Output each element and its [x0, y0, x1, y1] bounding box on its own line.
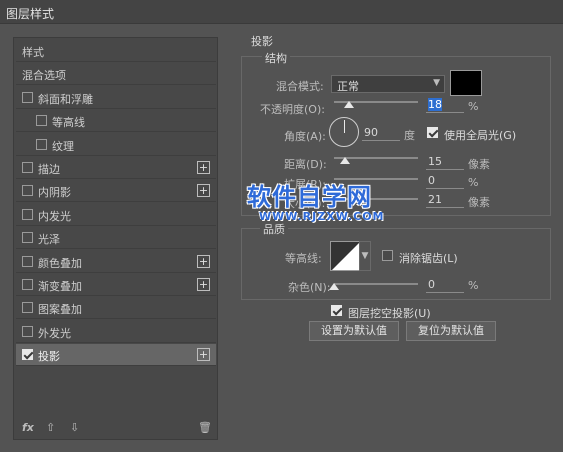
style-item-checkbox[interactable] [22, 91, 33, 103]
distance-label: 距离(D): [284, 158, 327, 171]
blend-mode-select[interactable]: 正常 ▼ [331, 75, 445, 93]
style-item-label: 外发光 [38, 326, 71, 340]
style-item-checkbox[interactable] [36, 115, 47, 127]
structure-title: 结构 [262, 50, 290, 66]
style-item-label: 混合选项 [22, 69, 66, 83]
knockout-checkbox[interactable] [331, 305, 342, 316]
style-item-checkbox[interactable] [22, 232, 33, 244]
add-effect-icon[interactable]: + [197, 278, 210, 291]
style-item-label: 光泽 [38, 233, 60, 247]
style-item-label: 描边 [38, 163, 60, 176]
style-item-label: 图案叠加 [38, 303, 82, 317]
style-item-checkbox[interactable] [22, 279, 33, 290]
opacity-field[interactable]: 18 [426, 98, 464, 113]
spread-field[interactable]: 0 [426, 174, 464, 189]
fx-button[interactable]: fx [22, 421, 34, 434]
make-default-button[interactable]: 设置为默认值 [309, 321, 399, 341]
style-item-checkbox[interactable] [36, 138, 47, 150]
style-item-checkbox[interactable] [22, 185, 33, 197]
add-effect-icon[interactable]: + [197, 348, 210, 362]
blend-mode-value: 正常 [337, 80, 359, 93]
style-item[interactable]: 外发光 [16, 321, 216, 343]
style-item[interactable]: 描边 + [16, 157, 216, 179]
add-effect-icon[interactable]: + [197, 254, 210, 268]
size-unit: 像素 [468, 196, 490, 209]
move-up-icon[interactable]: ⇧ [46, 421, 55, 434]
distance-field[interactable]: 15 [426, 155, 464, 170]
style-item-label: 内阴影 [38, 186, 71, 200]
chevron-down-icon: ▼ [361, 251, 369, 261]
style-item-checkbox[interactable] [22, 302, 33, 314]
contour-preview[interactable] [330, 241, 360, 271]
style-item-label: 颜色叠加 [38, 256, 82, 270]
contour-label: 等高线: [285, 252, 322, 265]
quality-title: 品质 [260, 221, 288, 237]
add-effect-icon[interactable]: + [197, 161, 210, 174]
reset-default-button[interactable]: 复位为默认值 [406, 321, 496, 341]
style-item[interactable]: 颜色叠加 + [16, 251, 216, 273]
move-down-icon[interactable]: ⇩ [70, 421, 79, 434]
style-item-label: 投影 [38, 350, 60, 364]
global-light-checkbox[interactable] [427, 127, 438, 138]
window-title: 图层样式 [6, 7, 55, 21]
trash-icon[interactable]: 🗑 [198, 421, 212, 434]
style-item[interactable]: 等高线 [16, 110, 216, 133]
size-field[interactable]: 21 [426, 193, 464, 208]
style-item[interactable]: 混合选项 [16, 63, 216, 86]
distance-slider-thumb[interactable] [340, 157, 350, 164]
style-item[interactable]: 斜面和浮雕 [16, 87, 216, 109]
chevron-down-icon: ▼ [433, 78, 440, 88]
section-title: 投影 [251, 35, 273, 48]
opacity-label: 不透明度(O): [260, 103, 325, 116]
watermark: 软件自学网 WWW.RJZXW.COM [247, 177, 385, 223]
noise-field[interactable]: 0 [426, 278, 464, 293]
spread-unit: % [468, 176, 479, 189]
blend-mode-label: 混合模式: [276, 80, 324, 93]
style-item[interactable]: 图案叠加 [16, 297, 216, 320]
style-list-footer: fx ⇧ ⇩ 🗑 [16, 418, 216, 438]
antialias-label: 消除锯齿(L) [399, 252, 458, 265]
style-item-label: 等高线 [52, 116, 85, 130]
style-item-label: 斜面和浮雕 [38, 92, 93, 106]
noise-slider-track[interactable] [334, 283, 418, 285]
opacity-slider-thumb[interactable] [344, 101, 355, 108]
style-item[interactable]: 投影 + [16, 344, 216, 367]
style-item[interactable]: 光泽 [16, 227, 216, 250]
style-item-checkbox[interactable] [22, 349, 33, 361]
angle-field[interactable]: 90 [362, 126, 400, 141]
knockout-label: 图层挖空投影(U) [348, 307, 431, 320]
noise-slider-thumb[interactable] [329, 283, 339, 290]
style-item[interactable]: 内发光 [16, 204, 216, 226]
add-effect-icon[interactable]: + [197, 184, 210, 198]
antialias-checkbox[interactable] [382, 250, 393, 261]
contour-dropdown[interactable]: ▼ [359, 241, 371, 271]
global-light-label: 使用全局光(G) [444, 129, 517, 142]
style-item[interactable]: 渐变叠加 + [16, 274, 216, 296]
opacity-unit: % [468, 100, 479, 113]
style-item-label: 内发光 [38, 209, 71, 223]
watermark-text: 软件自学网 [247, 183, 372, 211]
noise-unit: % [468, 279, 479, 292]
angle-dial-hand [344, 120, 345, 133]
angle-label: 角度(A): [284, 130, 326, 143]
noise-label: 杂色(N): [288, 281, 331, 294]
style-item-label: 纹理 [52, 139, 74, 153]
style-item-checkbox[interactable] [22, 325, 33, 337]
style-item[interactable]: 内阴影 + [16, 180, 216, 203]
distance-unit: 像素 [468, 158, 490, 171]
style-item[interactable]: 样式 [16, 40, 216, 62]
style-item[interactable]: 纹理 [16, 134, 216, 156]
style-item-label: 渐变叠加 [38, 280, 82, 293]
style-item-checkbox[interactable] [22, 162, 33, 173]
angle-dial[interactable] [329, 117, 359, 147]
style-item-checkbox[interactable] [22, 208, 33, 220]
shadow-color-swatch[interactable] [450, 70, 482, 96]
title-bar: 图层样式 [0, 0, 563, 24]
style-item-checkbox[interactable] [22, 255, 33, 267]
style-list-panel: 样式混合选项斜面和浮雕等高线纹理描边 + 内阴影 + 内发光光泽颜色叠加 + 渐变叠加 + 图案… [13, 37, 218, 440]
style-item-label: 样式 [22, 46, 44, 59]
angle-unit: 度 [404, 129, 415, 142]
